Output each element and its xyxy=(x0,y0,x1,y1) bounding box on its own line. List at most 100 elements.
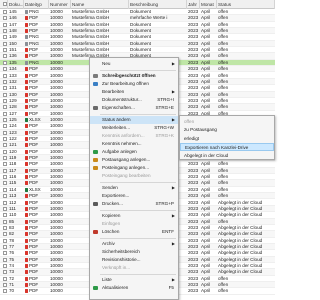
menu-separator xyxy=(100,181,176,183)
menu-item-drucken[interactable]: Drucken... STRG+P xyxy=(90,200,178,208)
row-checkbox[interactable] xyxy=(3,187,7,192)
row-checkbox[interactable] xyxy=(3,137,7,141)
menu-item-label: Dokumentstruktur... xyxy=(102,97,142,102)
menu-item-postausgang-anlegen[interactable]: Postausgang anlegen... xyxy=(90,156,178,164)
menu-item-aktualisieren[interactable]: Aktualisieren F5 xyxy=(90,284,178,292)
cell-number: 10000 xyxy=(50,116,63,122)
row-checkbox[interactable] xyxy=(3,22,7,27)
menu-item-dokumentstruktur[interactable]: Dokumentstruktur... STRG+I xyxy=(90,96,178,104)
row-checkbox[interactable] xyxy=(3,130,7,135)
file-type-icon xyxy=(25,213,28,218)
row-checkbox[interactable] xyxy=(3,289,7,294)
menu-item-sicherheitsbereich[interactable]: Sicherheitsbereich xyxy=(90,248,178,256)
row-checkbox[interactable] xyxy=(3,156,7,161)
col-header-type[interactable]: Dateityp xyxy=(24,0,49,9)
row-checkbox[interactable] xyxy=(3,92,7,97)
file-type-icon xyxy=(25,219,28,224)
row-checkbox[interactable] xyxy=(3,232,7,237)
select-all-column[interactable] xyxy=(0,0,8,9)
row-checkbox[interactable] xyxy=(3,213,7,218)
menu-item-neu[interactable]: Neu ▶ xyxy=(90,60,178,68)
col-header-description[interactable]: Beschreibung xyxy=(129,0,187,9)
row-checkbox[interactable] xyxy=(3,257,7,262)
row-checkbox[interactable] xyxy=(3,29,7,34)
row-checkbox[interactable] xyxy=(3,41,7,46)
row-checkbox[interactable] xyxy=(3,73,7,78)
row-checkbox[interactable] xyxy=(3,67,7,72)
row-checkbox[interactable] xyxy=(3,200,7,205)
file-type-label: PDF xyxy=(29,199,39,205)
row-checkbox[interactable] xyxy=(3,117,7,122)
col-header-doc[interactable]: Doku... xyxy=(8,0,24,9)
row-checkbox[interactable] xyxy=(3,225,7,230)
row-checkbox[interactable] xyxy=(3,283,7,288)
row-checkbox[interactable] xyxy=(3,270,7,275)
row-checkbox[interactable] xyxy=(3,79,7,84)
status-option[interactable]: Abgelegt in der Cloud xyxy=(180,152,274,160)
menu-item-kopieren[interactable]: Kopieren ▶ xyxy=(90,212,178,220)
row-checkbox[interactable] xyxy=(3,264,7,268)
menu-item-schreibgeschützt-öffnen[interactable]: Schreibgeschützt öffnen xyxy=(90,72,178,80)
menu-item-aufgabe-anlegen[interactable]: Aufgabe anlegen xyxy=(90,148,178,156)
cell-doc-number: 71 xyxy=(9,282,15,288)
menu-item-kenntnis-nehmen[interactable]: Kenntnis nehmen... xyxy=(90,140,178,148)
row-checkbox[interactable] xyxy=(3,98,7,103)
status-option[interactable]: offen xyxy=(180,118,274,126)
menu-item-kenntnis-anfordern[interactable]: Kenntnis anfordern... STRG+K xyxy=(90,132,178,140)
row-checkbox[interactable] xyxy=(3,276,7,281)
col-header-year[interactable]: Jahr xyxy=(187,0,200,9)
menu-item-revisionshistorie[interactable]: Revisionshistorie... xyxy=(90,256,178,264)
menu-item-liste[interactable]: Liste ▶ xyxy=(90,276,178,284)
cell-doc-number: 83 xyxy=(9,224,15,230)
row-checkbox[interactable] xyxy=(3,124,7,129)
row-checkbox[interactable] xyxy=(3,181,7,186)
row-checkbox[interactable] xyxy=(3,194,7,199)
cell-year: 2023 xyxy=(188,269,199,275)
row-checkbox[interactable] xyxy=(3,16,7,21)
row-checkbox[interactable] xyxy=(3,168,7,173)
col-header-name[interactable]: Name xyxy=(71,0,129,9)
menu-item-eigenschaften[interactable]: Eigenschaften... STRG+E xyxy=(90,104,178,112)
row-checkbox[interactable] xyxy=(3,35,7,40)
col-header-status[interactable]: Status xyxy=(217,0,275,9)
select-all-checkbox[interactable] xyxy=(3,2,7,6)
menu-item-posteingang-bearbeiten[interactable]: Posteingang bearbeiten xyxy=(90,172,178,180)
menu-item-zur-bearbeitung-öffnen[interactable]: Zur Bearbeitung öffnen xyxy=(90,80,178,88)
menu-item-einfügen[interactable]: Einfügen xyxy=(90,220,178,228)
cell-year: 2023 xyxy=(188,53,199,59)
row-checkbox[interactable] xyxy=(3,111,7,116)
row-checkbox[interactable] xyxy=(3,10,7,14)
row-checkbox[interactable] xyxy=(3,54,7,59)
status-option[interactable]: erledigt xyxy=(180,135,274,143)
row-checkbox[interactable] xyxy=(3,251,7,256)
row-checkbox[interactable] xyxy=(3,86,7,91)
menu-item-posteingang-anlegen[interactable]: Posteingang anlegen... xyxy=(90,164,178,172)
status-option[interactable]: zu Postausgang xyxy=(180,126,274,134)
submenu-arrow-icon: ▶ xyxy=(171,213,175,218)
row-checkbox[interactable] xyxy=(3,206,7,211)
status-option[interactable]: Exportieren nach Kanzlei-Drive xyxy=(180,143,274,152)
menu-item-verknüpft-in[interactable]: Verknüpft in... xyxy=(90,264,178,272)
row-checkbox[interactable] xyxy=(3,60,7,65)
menu-item-exportieren[interactable]: Exportieren... xyxy=(90,192,178,200)
cell-number: 10000 xyxy=(50,78,63,84)
row-checkbox[interactable] xyxy=(3,162,7,167)
row-checkbox[interactable] xyxy=(3,149,7,154)
row-checkbox[interactable] xyxy=(3,105,7,110)
menu-item-status-ändern[interactable]: Status ändern ▶ xyxy=(90,116,178,124)
menu-item-löschen[interactable]: Löschen ENTF xyxy=(90,228,178,236)
menu-item-weiterleiten[interactable]: Weiterleiten... STRG+W xyxy=(90,124,178,132)
row-checkbox[interactable] xyxy=(3,244,7,249)
col-header-month[interactable]: Monat xyxy=(200,0,217,9)
col-header-number[interactable]: Nummer xyxy=(49,0,71,9)
menu-item-senden[interactable]: Senden ▶ xyxy=(90,184,178,192)
row-checkbox[interactable] xyxy=(3,238,7,243)
cell-status: offen xyxy=(218,174,229,180)
row-checkbox[interactable] xyxy=(3,175,7,180)
menu-item-bearbeiten[interactable]: Bearbeiten ▶ xyxy=(90,88,178,96)
row-checkbox[interactable] xyxy=(3,219,7,224)
cell-number: 10000 xyxy=(50,97,63,103)
menu-item-archiv[interactable]: Archiv ▶ xyxy=(90,240,178,248)
row-checkbox[interactable] xyxy=(3,48,7,53)
row-checkbox[interactable] xyxy=(3,143,7,148)
